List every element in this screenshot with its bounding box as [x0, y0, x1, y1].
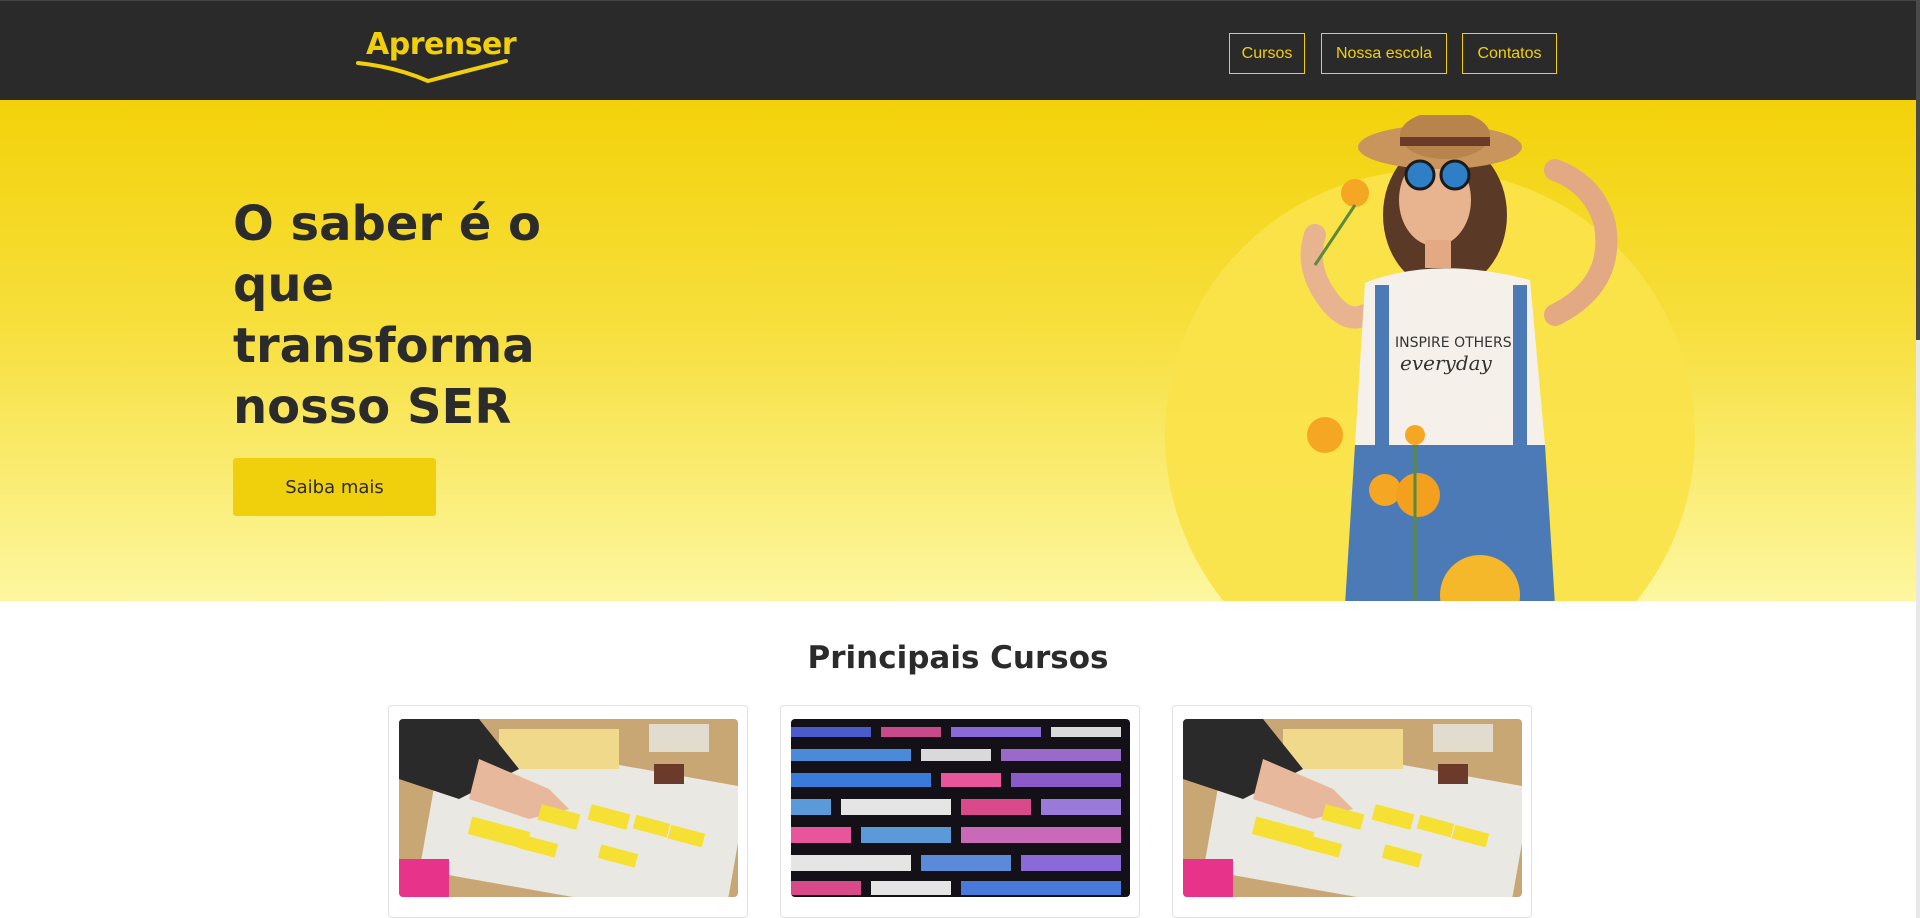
- nav-cursos[interactable]: Cursos: [1229, 33, 1305, 74]
- course-card[interactable]: [780, 705, 1140, 918]
- hero-title: O saber é o que transforma nosso SER: [233, 196, 542, 435]
- logo-smile-icon: [356, 59, 508, 84]
- saiba-mais-button[interactable]: Saiba mais: [233, 458, 436, 516]
- code-screen-photo: [791, 719, 1130, 897]
- planning-sticky-notes-photo: [1183, 719, 1522, 897]
- scrollbar-thumb[interactable]: [1916, 0, 1920, 340]
- shirt-text-2: everyday: [1400, 351, 1493, 375]
- course-card[interactable]: [1172, 705, 1532, 918]
- nav-contatos[interactable]: Contatos: [1462, 33, 1557, 74]
- hero-woman-photo: INSPIRE OTHERS everyday: [1300, 115, 1618, 601]
- section-title-principais-cursos: Principais Cursos: [807, 640, 1109, 676]
- shirt-text-1: INSPIRE OTHERS: [1395, 335, 1512, 351]
- planning-sticky-notes-photo: [399, 719, 738, 897]
- course-card[interactable]: [388, 705, 748, 918]
- nav-nossa-escola[interactable]: Nossa escola: [1321, 33, 1447, 74]
- aprenser-logo[interactable]: Aprenser: [356, 25, 517, 87]
- page-scrollbar[interactable]: [1916, 0, 1920, 918]
- site-header: Aprenser Cursos Nossa escola Contatos: [0, 0, 1916, 100]
- hero-banner: O saber é o que transforma nosso SER Sai…: [0, 100, 1916, 601]
